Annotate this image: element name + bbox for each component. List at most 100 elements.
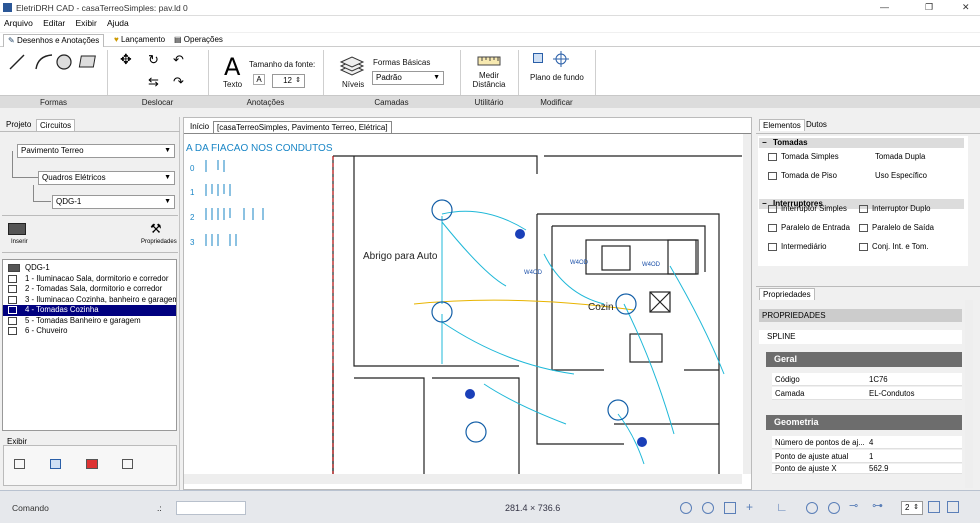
section-tomadas[interactable]: − Tomadas (759, 138, 964, 148)
menu-editar[interactable]: Editar (43, 18, 65, 28)
list-item[interactable]: 5 - Tomadas Banheiro e garagem (3, 316, 176, 327)
list-item-selected[interactable]: 4 - Tomadas Cozinha (3, 305, 176, 316)
snap-cross-icon[interactable]: + (746, 500, 753, 514)
tab-inicio[interactable]: Início (187, 121, 212, 133)
element-interruptor-duplo[interactable]: Interruptor Duplo (859, 204, 931, 213)
ortho-icon[interactable]: ∟ (776, 500, 788, 514)
prop-row-npts[interactable]: Número de pontos de aj... 4 (772, 436, 962, 449)
panel-type-select[interactable]: Quadros Elétricos ▼ (38, 171, 175, 185)
prop-key: Número de pontos de aj... (775, 438, 865, 447)
element-paralelo-entrada[interactable]: Paralelo de Entrada (768, 223, 850, 232)
move-tools: ✥ ↻ ↶ ⇆ ↷ (120, 51, 184, 89)
tab-divider (0, 131, 180, 132)
element-paralelo-saida[interactable]: Paralelo de Saída (859, 223, 934, 232)
panel-value: QDG-1 (56, 197, 82, 206)
props-group-geral[interactable]: Geral (766, 352, 962, 367)
legend-row-3: 3 (190, 238, 195, 247)
show-panel-icon[interactable] (86, 459, 98, 469)
snap-node-icon[interactable]: ⊶ (872, 499, 883, 512)
socket-tag: W4OD (570, 260, 589, 266)
chevron-down-icon: ▼ (164, 174, 171, 181)
chevron-down-icon: ▼ (164, 147, 171, 154)
select-icon[interactable] (533, 53, 543, 63)
text-tool-icon[interactable]: A (224, 53, 240, 81)
element-intermediario[interactable]: Intermediário (768, 242, 827, 251)
element-tomada-piso[interactable]: Tomada de Piso (768, 171, 837, 180)
panel-icon (8, 264, 20, 272)
prop-key: Camada (775, 389, 805, 398)
tab-lancamento[interactable]: ♥ Lançamento (110, 34, 169, 47)
prop-value: 4 (869, 438, 874, 447)
show-page-icon[interactable] (122, 459, 133, 469)
prop-row-current[interactable]: Ponto de ajuste atual 1 (772, 450, 962, 463)
tab-circuitos[interactable]: Circuitos (36, 119, 76, 131)
element-uso-especifico[interactable]: Uso Específico (862, 171, 927, 180)
element-interruptor-simples[interactable]: Interruptor Simples (768, 204, 847, 213)
rotate-icon: ↻ (148, 52, 159, 67)
rect-tool-icon (78, 55, 96, 68)
tab-dutos[interactable]: Dutos (803, 119, 830, 131)
prop-row-x[interactable]: Ponto de ajuste X 562.9 (772, 464, 962, 474)
layers-icon[interactable] (947, 501, 959, 513)
show-points-icon[interactable] (50, 459, 61, 469)
prop-row-codigo[interactable]: Código 1C76 (772, 373, 962, 386)
menu-ajuda[interactable]: Ajuda (107, 18, 129, 28)
tab-drawing[interactable]: [casaTerreoSimples, Pavimento Terreo, El… (213, 121, 392, 133)
circuit-icon (8, 316, 17, 325)
floor-select[interactable]: Pavimento Terreo ▼ (17, 144, 175, 158)
crosshair-icon[interactable] (553, 51, 569, 67)
canvas-h-scrollbar[interactable] (184, 474, 742, 484)
list-item[interactable]: 1 - Iluminacao Sala, dormitorio e corred… (3, 274, 176, 285)
font-size-spinner[interactable]: 12 ⇕ (272, 74, 305, 88)
room-label-kitchen: Cozin (588, 302, 614, 313)
close-button[interactable]: ✕ (962, 2, 970, 13)
tab-desenhos[interactable]: ✎ Desenhos e Anotações (3, 34, 105, 47)
font-a-icon: A (253, 74, 265, 85)
canvas-v-scrollbar[interactable] (743, 134, 751, 474)
minimize-button[interactable]: — (880, 2, 889, 12)
divider (2, 215, 178, 216)
shapes-select[interactable]: Padrão ▼ (372, 71, 444, 85)
tab-elementos[interactable]: Elementos (759, 119, 805, 131)
spinner-arrows-icon: ⇕ (913, 504, 919, 511)
list-item[interactable]: 2 - Tomadas Sala, dormitorio e corredor (3, 284, 176, 295)
props-scrollbar[interactable] (965, 300, 973, 488)
grid-icon[interactable] (928, 501, 940, 513)
element-label: Uso Específico (875, 171, 928, 180)
tree-root[interactable]: QDG-1 (3, 263, 176, 274)
tools-icon[interactable]: ⚒ (150, 221, 162, 237)
menu-bar: Arquivo Editar Exibir Ajuda (0, 16, 980, 32)
insert-icon[interactable] (8, 223, 26, 235)
tab-projeto[interactable]: Projeto (3, 119, 34, 131)
panel-select[interactable]: QDG-1 ▼ (52, 195, 175, 209)
show-circuits-icon[interactable] (14, 459, 25, 469)
element-tomada-dupla[interactable]: Tomada Dupla (862, 152, 925, 161)
zoom-out-icon[interactable] (702, 502, 714, 514)
floor-value: Pavimento Terreo (21, 146, 84, 155)
snap-line-icon[interactable]: ⊸ (849, 499, 858, 512)
group-modificar: Modificar (540, 98, 573, 107)
zoom-extents-icon[interactable] (724, 502, 736, 514)
menu-arquivo[interactable]: Arquivo (4, 18, 33, 28)
circle-tool-icon (56, 54, 72, 70)
switch-icon (859, 204, 868, 213)
element-tomada-simples[interactable]: Tomada Simples (768, 152, 839, 161)
command-input[interactable] (176, 501, 246, 515)
menu-exibir[interactable]: Exibir (76, 18, 97, 28)
zoom-in-icon[interactable] (680, 502, 692, 514)
levels-icon[interactable] (339, 56, 365, 78)
element-label: Paralelo de Entrada (781, 223, 850, 232)
tab-operacoes[interactable]: ▤ Operações (170, 34, 227, 47)
props-group-geometria[interactable]: Geometria (766, 415, 962, 430)
maximize-button[interactable]: ❐ (925, 2, 933, 13)
tab-propriedades[interactable]: Propriedades (759, 288, 815, 300)
ruler-icon[interactable] (477, 54, 501, 68)
list-item[interactable]: 3 - Iluminacao Cozinha, banheiro e garag… (3, 295, 176, 306)
layer-spinner[interactable]: 2 ⇕ (901, 501, 923, 515)
snap-circle-icon[interactable] (828, 502, 840, 514)
list-item[interactable]: 6 - Chuveiro (3, 326, 176, 337)
element-conj-int-tom[interactable]: Conj. Int. e Tom. (859, 242, 929, 251)
snap-point-icon[interactable] (806, 502, 818, 514)
prop-row-camada[interactable]: Camada EL-Condutos (772, 387, 962, 400)
circuit-label: 1 - Iluminacao Sala, dormitorio e corred… (25, 273, 169, 283)
